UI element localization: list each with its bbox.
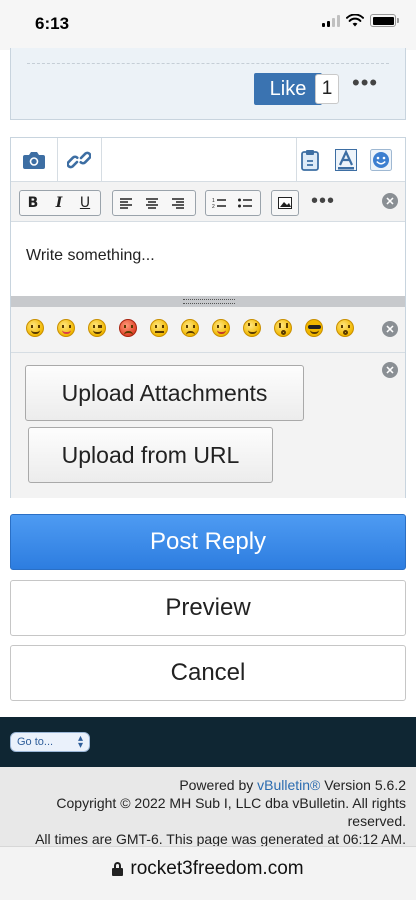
message-textarea[interactable]: Write something...: [11, 223, 405, 296]
smilie-smile-icon[interactable]: [26, 319, 44, 337]
editor-format-toolbar: B I U 12 ••• ✕: [11, 182, 405, 222]
smilie-mad-icon[interactable]: [119, 319, 137, 337]
editor-top-toolbar: [11, 138, 405, 182]
smilie-tongue-icon[interactable]: [57, 319, 75, 337]
smilie-rolleyes-icon[interactable]: [243, 319, 261, 337]
camera-icon[interactable]: [21, 148, 47, 172]
chevron-up-down-icon: ▴ ▾: [77, 733, 83, 751]
close-smilies-icon[interactable]: ✕: [382, 321, 398, 337]
like-count: 1: [315, 74, 339, 104]
preview-button[interactable]: Preview: [10, 580, 406, 636]
align-left-icon[interactable]: [113, 191, 139, 215]
smilie-bar: ✕: [11, 307, 405, 353]
browser-address-bar[interactable]: rocket3freedom.com: [0, 846, 416, 900]
paste-icon[interactable]: [297, 148, 323, 172]
powered-by: Powered by vBulletin® Version 5.6.2: [179, 777, 406, 793]
cellular-signal-icon: [322, 14, 340, 27]
post-divider: [27, 63, 389, 64]
ordered-list-icon[interactable]: 12: [206, 191, 232, 215]
close-attachments-icon[interactable]: ✕: [382, 362, 398, 378]
powered-by-text: Powered by: [179, 777, 254, 793]
text-style-group: B I U: [19, 190, 101, 216]
battery-icon: [370, 14, 399, 27]
svg-text:2: 2: [212, 204, 215, 209]
wifi-icon: [346, 14, 364, 27]
version-text: Version 5.6.2: [324, 777, 406, 793]
bullet-list-icon[interactable]: [232, 191, 258, 215]
underline-button[interactable]: U: [72, 191, 98, 215]
times-line: All times are GMT-6. This page was gener…: [35, 831, 406, 847]
status-bar: 6:13: [0, 0, 416, 50]
post-reply-button[interactable]: Post Reply: [10, 514, 406, 570]
lock-icon: [112, 862, 124, 876]
message-placeholder: Write something...: [26, 247, 155, 264]
footer-nav: Go to... ▴ ▾: [0, 717, 416, 767]
align-right-icon[interactable]: [165, 191, 191, 215]
url-text: rocket3freedom.com: [130, 858, 304, 879]
smilie-wink-icon[interactable]: [88, 319, 106, 337]
smilie-redface-icon[interactable]: [212, 319, 230, 337]
url-display[interactable]: rocket3freedom.com: [0, 858, 416, 880]
format-more-button[interactable]: •••: [311, 190, 335, 213]
image-group: [271, 190, 299, 216]
alignment-group: [112, 190, 196, 216]
upload-attachments-button[interactable]: Upload Attachments: [25, 365, 304, 421]
cancel-button[interactable]: Cancel: [10, 645, 406, 701]
close-format-icon[interactable]: ✕: [382, 193, 398, 209]
link-icon[interactable]: [66, 148, 92, 172]
copyright-line: Copyright © 2022 MH Sub I, LLC dba vBull…: [56, 795, 406, 811]
smilie-confused-icon[interactable]: [150, 319, 168, 337]
list-group: 12: [205, 190, 261, 216]
post-more-button[interactable]: •••: [352, 70, 378, 96]
smilie-icon[interactable]: [368, 148, 394, 172]
attachment-panel: ✕ Upload Attachments Upload from URL: [11, 353, 405, 498]
bold-button[interactable]: B: [20, 191, 46, 215]
goto-label: Go to...: [17, 736, 54, 748]
font-color-icon[interactable]: [333, 148, 359, 172]
footer-info: Powered by vBulletin® Version 5.6.2 Copy…: [0, 767, 416, 852]
goto-select[interactable]: Go to... ▴ ▾: [10, 732, 90, 752]
upload-from-url-button[interactable]: Upload from URL: [28, 427, 273, 483]
like-button[interactable]: Like: [254, 73, 322, 105]
post-footer: Like 1 •••: [10, 48, 406, 120]
copyright-line-2: reserved.: [347, 813, 406, 829]
resize-handle[interactable]: [11, 296, 405, 307]
vbulletin-link[interactable]: vBulletin®: [257, 777, 320, 793]
smilie-frown-icon[interactable]: [181, 319, 199, 337]
status-icons: [322, 14, 399, 27]
smilie-eek-icon[interactable]: [274, 319, 292, 337]
reply-editor: B I U 12 ••• ✕ Write something... ✕ ✕ Up…: [10, 137, 406, 498]
status-time: 6:13: [35, 14, 70, 33]
smilie-cool-icon[interactable]: [305, 319, 323, 337]
align-center-icon[interactable]: [139, 191, 165, 215]
insert-image-icon[interactable]: [272, 191, 298, 215]
italic-button[interactable]: I: [46, 191, 72, 215]
smilie-surprised-icon[interactable]: [336, 319, 354, 337]
